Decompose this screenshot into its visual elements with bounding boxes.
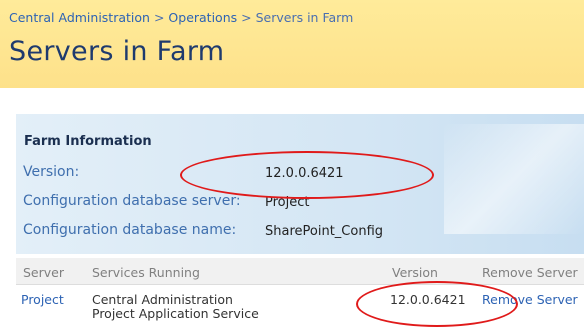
column-header-services: Services Running [92, 265, 200, 280]
config-db-server-label: Configuration database server: [23, 193, 241, 209]
column-header-server: Server [23, 265, 64, 280]
breadcrumb-current: Servers in Farm [255, 10, 354, 25]
panel-decoration [444, 124, 584, 234]
breadcrumb-separator: > [241, 10, 252, 25]
config-db-server-value: Project [265, 195, 310, 210]
server-name-link[interactable]: Project [21, 292, 64, 307]
config-db-name-value: SharePoint_Config [265, 224, 384, 239]
page-title: Servers in Farm [9, 36, 225, 67]
server-version-value: 12.0.0.6421 [390, 292, 466, 307]
breadcrumb-operations[interactable]: Operations [168, 10, 237, 25]
remove-server-link[interactable]: Remove Server [482, 292, 578, 307]
column-header-remove-server: Remove Server [482, 265, 578, 280]
service-item: Central Administration [92, 292, 233, 307]
breadcrumb: Central Administration > Operations > Se… [9, 10, 353, 25]
breadcrumb-separator: > [153, 10, 165, 25]
column-header-version: Version [392, 265, 438, 280]
service-item: Project Application Service [92, 306, 259, 321]
breadcrumb-central-administration[interactable]: Central Administration [9, 10, 150, 25]
page-header: Central Administration > Operations > Se… [0, 0, 584, 88]
version-value: 12.0.0.6421 [265, 166, 344, 181]
farm-information-heading: Farm Information [24, 134, 152, 149]
version-label: Version: [23, 164, 80, 180]
config-db-name-label: Configuration database name: [23, 222, 237, 238]
